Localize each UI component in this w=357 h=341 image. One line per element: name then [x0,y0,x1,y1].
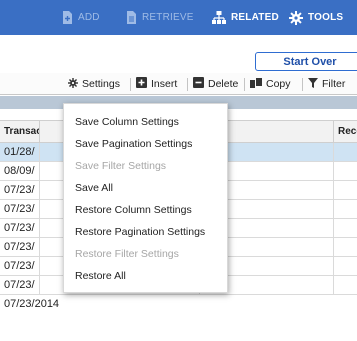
minus-square-icon [193,77,204,91]
settings-label: Settings [82,78,120,90]
toolbar-divider [130,78,131,91]
menu-item-restore-pagination-settings[interactable]: Restore Pagination Settings [64,221,227,243]
nav-related-button[interactable]: RELATED [212,0,279,35]
nav-add-button[interactable]: ADD [62,0,100,35]
menu-item-restore-column-settings[interactable]: Restore Column Settings [64,199,227,221]
filter-label: Filter [322,78,346,90]
actions-row: Start Over [0,35,357,73]
date-cell: 01/28/ [0,143,40,162]
delete-button[interactable]: Delete [193,73,238,95]
date-cell: 07/23/ [0,238,40,257]
column-header-received[interactable]: Rece [334,121,357,142]
toolbar-divider [187,78,188,91]
toolbar-divider [302,78,303,91]
table-row[interactable]: 07/23/2014 [0,295,357,314]
date-cell: 07/23/ [0,219,40,238]
copy-label: Copy [266,78,291,90]
insert-label: Insert [151,78,178,90]
settings-button[interactable]: Settings [68,73,120,95]
document-icon [126,11,137,24]
menu-item-save-pagination-settings[interactable]: Save Pagination Settings [64,133,227,155]
nav-tools-label: TOOLS [308,12,344,23]
sitemap-icon [212,11,226,24]
date-cell: 07/23/ [0,181,40,200]
menu-item-restore-filter-settings: Restore Filter Settings [75,248,179,260]
menu-item-save-column-settings[interactable]: Save Column Settings [64,111,227,133]
add-document-icon [62,11,73,24]
date-cell: 07/23/2014 [4,298,60,310]
copy-icon [250,77,262,91]
menu-item-save-all[interactable]: Save All [64,177,227,199]
menu-item-restore-all[interactable]: Restore All [64,265,227,287]
nav-add-label: ADD [78,12,100,23]
nav-tools-button[interactable]: TOOLS [289,0,343,35]
nav-retrieve-button[interactable]: RETRIEVE [126,0,194,35]
copy-button[interactable]: Copy [250,73,291,95]
date-cell: 07/23/ [0,276,40,295]
gear-icon [68,77,78,91]
filter-button[interactable]: Filter [308,73,345,95]
top-nav-bar: ADD RETRIEVE RELATED TOOLS [0,0,357,35]
toolbar-divider [244,78,245,91]
filter-icon [308,77,318,91]
start-over-button[interactable]: Start Over [255,52,357,71]
plus-square-icon [136,77,147,91]
column-header-transaction[interactable]: Transac [0,121,40,142]
menu-item-save-filter-settings: Save Filter Settings [75,160,167,172]
grid-toolbar: Settings Insert Delete Copy Filter [0,73,357,95]
insert-button[interactable]: Insert [136,73,177,95]
nav-related-label: RELATED [231,12,279,23]
settings-dropdown-menu: Save Column Settings Save Pagination Set… [63,103,228,293]
nav-retrieve-label: RETRIEVE [142,12,194,23]
delete-label: Delete [208,78,239,90]
gear-icon [289,10,303,25]
date-cell: 07/23/ [0,200,40,219]
date-cell: 07/23/ [0,257,40,276]
date-cell: 08/09/ [0,162,40,181]
